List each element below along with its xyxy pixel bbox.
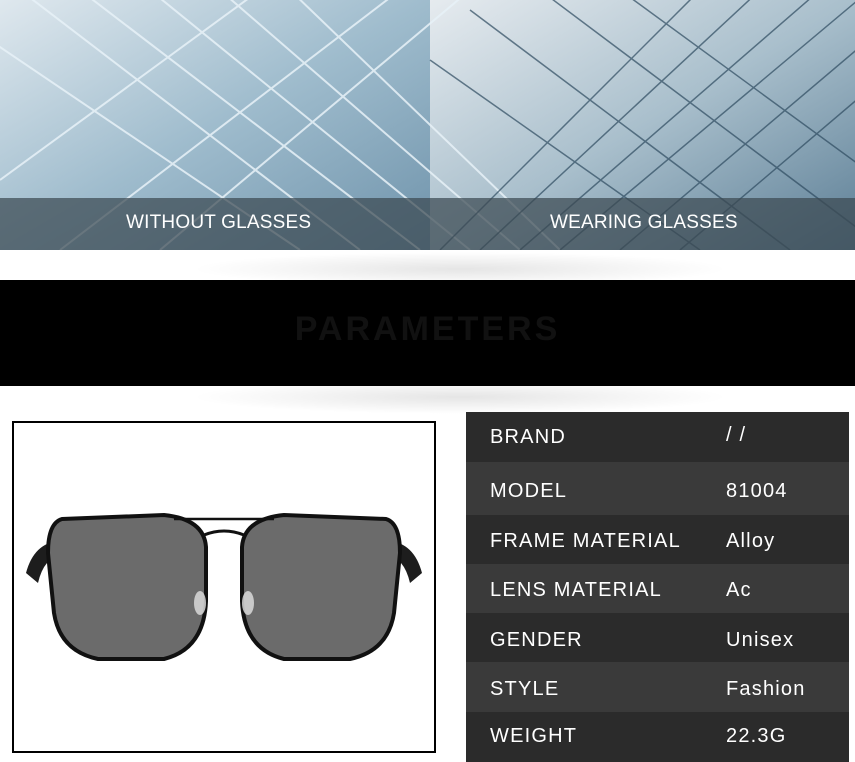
spec-row-brand: BRAND / / bbox=[466, 412, 849, 462]
spec-label: WEIGHT bbox=[490, 725, 578, 747]
section-title: PARAMETERS bbox=[294, 310, 561, 348]
sunglasses-icon bbox=[26, 512, 422, 661]
spec-value: Alloy bbox=[726, 530, 776, 552]
spec-label: BRAND bbox=[490, 426, 567, 448]
spec-value: Ac bbox=[726, 579, 752, 601]
spec-row-model: MODEL 81004 bbox=[466, 462, 849, 515]
spec-label: GENDER bbox=[490, 629, 583, 651]
spec-table: BRAND / / MODEL 81004 FRAME MATERIAL All… bbox=[466, 412, 849, 762]
spec-row-lens-material: LENS MATERIAL Ac bbox=[466, 564, 849, 613]
spec-label: STYLE bbox=[490, 678, 560, 700]
spec-value: Unisex bbox=[726, 629, 795, 651]
comparison-banner: WITHOUT GLASSES WEARING GLASSES bbox=[0, 0, 855, 250]
bar-shadow-bottom bbox=[190, 380, 730, 414]
spec-row-weight: WEIGHT 22.3G bbox=[466, 712, 849, 762]
spec-value: / / bbox=[726, 424, 747, 446]
spec-label: FRAME MATERIAL bbox=[490, 530, 681, 552]
spec-value: Fashion bbox=[726, 678, 806, 700]
spec-label: LENS MATERIAL bbox=[490, 579, 662, 601]
product-image-frame bbox=[12, 421, 436, 753]
spec-row-style: STYLE Fashion bbox=[466, 662, 849, 712]
spec-row-gender: GENDER Unisex bbox=[466, 613, 849, 662]
spec-label: MODEL bbox=[490, 480, 568, 502]
without-glasses-label: WITHOUT GLASSES bbox=[126, 212, 312, 233]
spec-row-frame-material: FRAME MATERIAL Alloy bbox=[466, 515, 849, 564]
spec-value: 81004 bbox=[726, 480, 788, 502]
spec-value: 22.3G bbox=[726, 725, 787, 747]
wearing-glasses-label: WEARING GLASSES bbox=[550, 212, 738, 233]
